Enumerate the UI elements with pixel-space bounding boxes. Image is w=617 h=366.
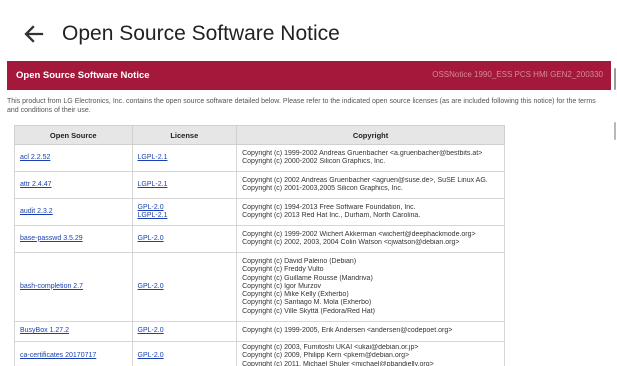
copyright-cell: Copyright (c) 2002 Andreas Gruenbacher <…: [236, 171, 505, 199]
license-link[interactable]: GPL-2.0: [138, 283, 164, 290]
copyright-cell: Copyright (c) 1994-2013 Free Software Fo…: [236, 198, 505, 226]
package-link[interactable]: BusyBox 1.27.2: [20, 327, 69, 334]
arrow-left-icon: [24, 25, 44, 43]
package-name-cell: BusyBox 1.27.2: [14, 321, 133, 342]
copyright-line: Copyright (c) David Paleino (Debian): [242, 258, 357, 266]
license-cell: GPL-2.0 LGPL-2.1: [131, 198, 238, 226]
package-link[interactable]: base-passwd 3.5.29: [20, 235, 83, 242]
license-link[interactable]: GPL-2.0: [138, 235, 164, 242]
banner-title: Open Source Software Notice: [16, 70, 150, 81]
copyright-line: Copyright (c) 1999-2002 Andreas Gruenbac…: [242, 149, 483, 157]
copyright-line: Copyright (c) 2002 Andreas Gruenbacher <…: [242, 176, 488, 184]
oss-table: Open Source License Copyright acl 2.2.52…: [14, 125, 505, 366]
package-link[interactable]: acl 2.2.52: [20, 154, 50, 161]
copyright-line: Copyright (c) 2003, Fumitoshi UKAI <ukai…: [242, 344, 419, 352]
package-link[interactable]: bash-completion 2.7: [20, 283, 83, 290]
package-link[interactable]: attr 2.4.47: [20, 181, 52, 188]
copyright-cell: Copyright (c) David Paleino (Debian) Copy…: [236, 252, 505, 322]
table-row: base-passwd 3.5.29 GPL-2.0 Copyright (c) 1…: [14, 225, 505, 253]
scrollbar-thumb-inner[interactable]: [614, 122, 616, 140]
package-name-cell: bash-completion 2.7: [14, 252, 133, 322]
copyright-line: Copyright (c) 2000-2002 Silicon Graphics…: [242, 158, 386, 165]
package-name-cell: base-passwd 3.5.29: [14, 225, 133, 253]
package-name-cell: ca-certificates 20170717: [14, 341, 133, 366]
copyright-cell: Copyright (c) 1999-2002 Wichert Akkerman…: [236, 225, 505, 253]
license-cell: GPL-2.0: [131, 252, 238, 322]
license-link[interactable]: LGPL-2.1: [138, 154, 168, 161]
header-open-source: Open Source: [14, 125, 133, 145]
license-cell: GPL-2.0: [131, 321, 238, 342]
table-row: attr 2.4.47 LGPL-2.1 Copyright (c) 2002 An…: [14, 171, 505, 199]
license-link[interactable]: GPL-2.0: [138, 327, 164, 334]
license-link[interactable]: GPL-2.0: [138, 352, 164, 359]
copyright-cell: Copyright (c) 1999-2002 Andreas Gruenbac…: [236, 144, 505, 172]
license-cell: LGPL-2.1: [131, 171, 238, 199]
header-license: License: [131, 125, 238, 145]
copyright-line: Copyright (c) 2013 Red Hat Inc., Durham,…: [242, 212, 421, 219]
table-row: acl 2.2.52 LGPL-2.1 Copyright (c) 1999-200…: [14, 144, 505, 172]
copyright-line: Copyright (c) Igor Murzov: [242, 282, 322, 290]
table-header-row: Open Source License Copyright: [14, 125, 505, 145]
copyright-line: Copyright (c) Mike Kelly (Exherbo): [242, 291, 349, 299]
package-name-cell: attr 2.4.47: [14, 171, 133, 199]
table-row: audit 2.3.2 GPL-2.0 LGPL-2.1 Copyright (c) …: [14, 198, 505, 226]
notice-banner: Open Source Software Notice OSSNotice 19…: [7, 61, 611, 90]
page-title: Open Source Software Notice: [62, 22, 340, 45]
license-link[interactable]: GPL-2.0: [138, 204, 164, 211]
notice-webview[interactable]: Open Source Software Notice OSSNotice 19…: [7, 61, 611, 366]
copyright-line: Copyright (c) Ville Skyttä (Fedora/Red H…: [242, 307, 375, 315]
license-link[interactable]: LGPL-2.1: [138, 212, 168, 219]
package-link[interactable]: audit 2.3.2: [20, 208, 53, 215]
license-link[interactable]: LGPL-2.1: [138, 181, 168, 188]
license-cell: GPL-2.0: [131, 225, 238, 253]
document-id: OSSNotice 1990_ESS PCS HMI GEN2_200330: [432, 70, 603, 79]
package-name-cell: audit 2.3.2: [14, 198, 133, 226]
license-cell: GPL-2.0: [131, 341, 238, 366]
copyright-line: Copyright (c) 1994-2013 Free Software Fo…: [242, 203, 416, 211]
back-button[interactable]: [20, 20, 48, 48]
copyright-cell: Copyright (c) 1999-2005, Erik Andersen <…: [236, 321, 505, 342]
scrollbar-thumb[interactable]: [614, 68, 616, 90]
table-row: BusyBox 1.27.2 GPL-2.0 Copyright (c) 1999-…: [14, 321, 505, 342]
copyright-line: Copyright (c) 2009, Philipp Kern <pkern@…: [242, 352, 410, 360]
copyright-line: Copyright (c) 2011, Michael Shuler <mich…: [242, 360, 434, 366]
copyright-line: Copyright (c) Freddy Vulto: [242, 266, 324, 274]
copyright-cell: Copyright (c) 2003, Fumitoshi UKAI <ukai…: [236, 341, 505, 366]
copyright-line: Copyright (c) 1999-2002 Wichert Akkerman…: [242, 230, 476, 238]
copyright-line: Copyright (c) Guillame Rousse (Mandriva): [242, 274, 373, 282]
table-row: bash-completion 2.7 GPL-2.0 Copyright (c) …: [14, 252, 505, 322]
copyright-line: Copyright (c) 2001-2003,2005 Silicon Gra…: [242, 185, 403, 192]
header-copyright: Copyright: [236, 125, 505, 145]
copyright-line: Copyright (c) 1999-2005, Erik Andersen <…: [242, 327, 453, 335]
copyright-line: Copyright (c) 2002, 2003, 2004 Colin Wat…: [242, 239, 460, 246]
intro-text: This product from LG Electronics, Inc. c…: [7, 98, 596, 114]
copyright-line: Copyright (c) Santiago M. Mola (Exherbo): [242, 299, 372, 307]
license-cell: LGPL-2.1: [131, 144, 238, 172]
app-bar: Open Source Software Notice: [0, 0, 617, 66]
package-name-cell: acl 2.2.52: [14, 144, 133, 172]
scrollbar[interactable]: [611, 68, 617, 366]
table-row: ca-certificates 20170717 GPL-2.0 Copyright…: [14, 341, 505, 366]
package-link[interactable]: ca-certificates 20170717: [20, 352, 96, 359]
